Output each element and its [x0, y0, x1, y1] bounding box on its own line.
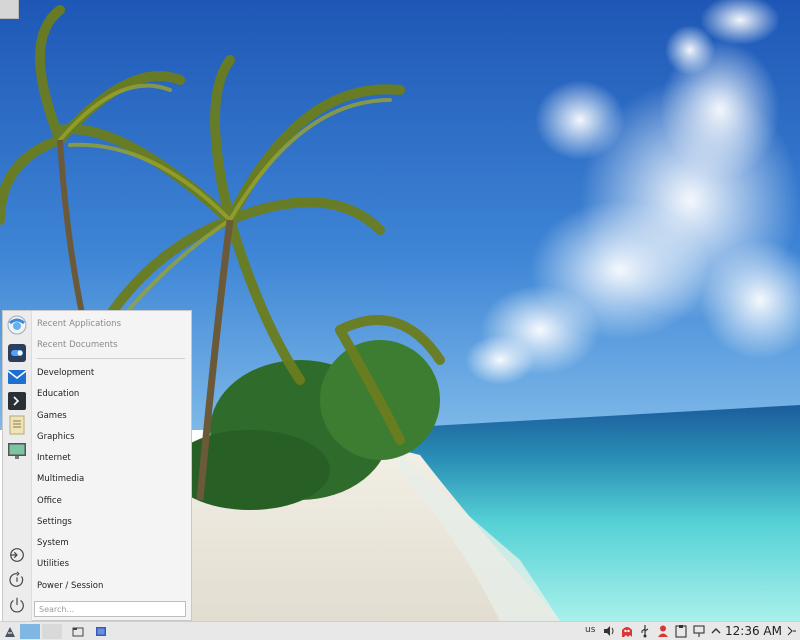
logout-icon[interactable] — [8, 546, 26, 564]
menu-item-office[interactable]: Office — [37, 491, 187, 511]
menu-item-games[interactable]: Games — [37, 406, 187, 426]
top-left-corner-button[interactable] — [0, 0, 19, 19]
menu-item-recent-applications[interactable]: Recent Applications — [37, 314, 187, 334]
application-menu: Recent Applications Recent Documents Dev… — [2, 310, 192, 622]
workspace-2-button[interactable] — [42, 624, 62, 639]
notifications-icon[interactable] — [784, 624, 798, 638]
menu-item-system[interactable]: System — [37, 533, 187, 553]
menu-item-settings[interactable]: Settings — [37, 512, 187, 532]
task-window-icon[interactable] — [95, 624, 107, 639]
menu-item-development[interactable]: Development — [37, 363, 187, 383]
menu-item-internet[interactable]: Internet — [37, 448, 187, 468]
menu-item-recent-documents[interactable]: Recent Documents — [37, 335, 187, 355]
clipboard-icon[interactable] — [674, 624, 688, 638]
clock[interactable]: 12:36 AM — [725, 624, 782, 638]
tray-expand-chevron-up-icon[interactable] — [709, 624, 723, 638]
mail-client-icon[interactable] — [7, 367, 27, 387]
menu-separator — [37, 358, 185, 359]
volume-icon[interactable] — [602, 624, 616, 638]
settings-toggle-icon[interactable] — [7, 343, 27, 363]
favorites-column — [3, 311, 32, 622]
web-browser-icon[interactable] — [7, 315, 27, 335]
menu-search-input[interactable] — [34, 601, 186, 617]
menu-item-utilities[interactable]: Utilities — [37, 554, 187, 574]
user-icon[interactable] — [656, 624, 670, 638]
text-editor-icon[interactable] — [7, 415, 27, 435]
workspace-1-button[interactable] — [20, 624, 40, 639]
shutdown-icon[interactable] — [8, 596, 26, 614]
terminal-icon[interactable] — [7, 391, 27, 411]
menu-item-multimedia[interactable]: Multimedia — [37, 469, 187, 489]
app-menu-launcher-icon[interactable] — [3, 624, 17, 639]
keyboard-layout-indicator[interactable]: us — [585, 625, 595, 635]
network-icon[interactable] — [692, 624, 706, 638]
taskbar: us 12:36 AM — [0, 621, 800, 640]
monitor-app-icon[interactable] — [7, 441, 27, 461]
usb-icon[interactable] — [638, 624, 652, 638]
menu-item-education[interactable]: Education — [37, 384, 187, 404]
notification-ghost-icon[interactable] — [620, 624, 634, 638]
restart-icon[interactable] — [8, 571, 26, 589]
menu-item-power-session[interactable]: Power / Session — [37, 576, 187, 596]
menu-item-graphics[interactable]: Graphics — [37, 427, 187, 447]
show-desktop-icon[interactable] — [72, 624, 84, 639]
